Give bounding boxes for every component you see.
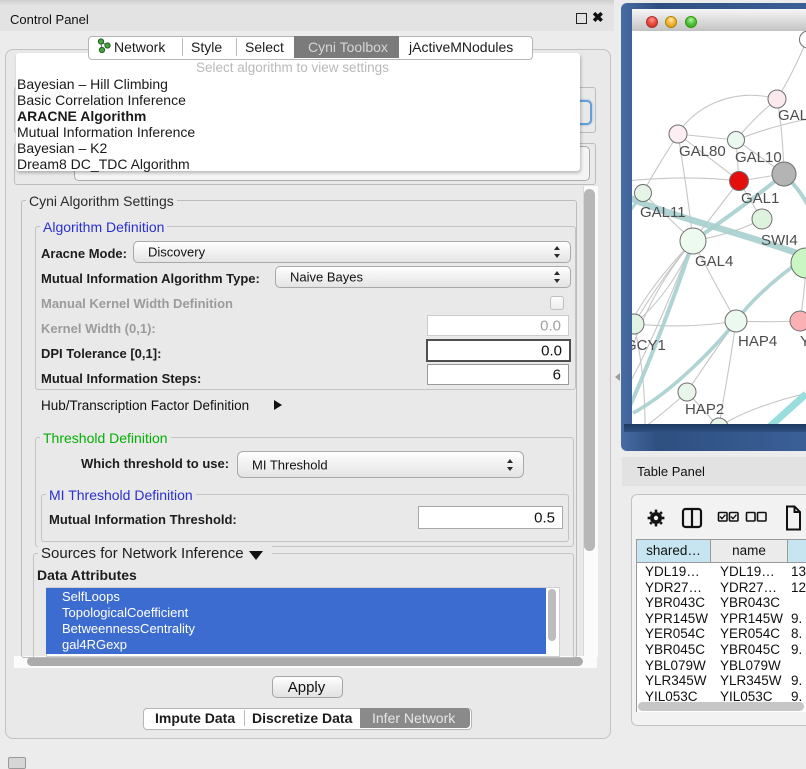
svg-text:GAL4: GAL4 (695, 253, 733, 270)
svg-text:GAL11: GAL11 (640, 204, 686, 221)
svg-text:YE: YE (800, 333, 806, 350)
svg-text:SWI4: SWI4 (761, 232, 798, 249)
svg-text:GAL10: GAL10 (735, 149, 782, 166)
svg-text:GAL1: GAL1 (741, 190, 779, 207)
svg-text:GAL7: GAL7 (778, 107, 806, 124)
svg-text:GCY1: GCY1 (632, 337, 666, 354)
svg-text:GAL80: GAL80 (679, 143, 726, 160)
svg-text:HAP2: HAP2 (685, 401, 724, 418)
svg-text:HAP4: HAP4 (738, 333, 777, 350)
